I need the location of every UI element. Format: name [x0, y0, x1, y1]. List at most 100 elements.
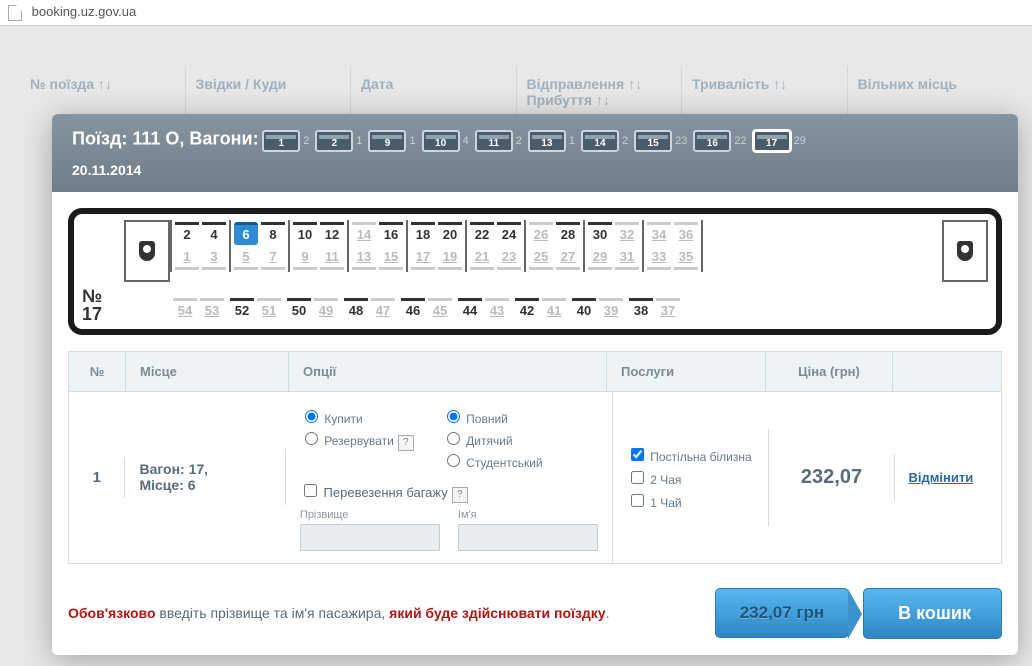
full-fare-radio[interactable]: Повний	[442, 407, 543, 426]
student-fare-radio[interactable]: Студентський	[442, 451, 543, 470]
wagon-11[interactable]: 112	[475, 130, 522, 152]
seat-22[interactable]: 22	[470, 222, 494, 245]
seat-50[interactable]: 50	[287, 298, 311, 321]
toilet-icon	[124, 220, 170, 282]
baggage-checkbox[interactable]: Перевезення багажу?	[300, 485, 468, 500]
seat-48[interactable]: 48	[344, 298, 368, 321]
seat-7: 7	[261, 247, 285, 270]
seat-16[interactable]: 16	[379, 222, 403, 245]
seat-31: 31	[615, 247, 639, 270]
required-warning: Обов'язково введіть прізвище та ім'я пас…	[68, 605, 701, 621]
wagon-16[interactable]: 1622	[693, 130, 746, 152]
booking-row: 1 Вагон: 17,Місце: 6 Купити Резервувати?…	[69, 391, 1001, 563]
seat-3: 3	[202, 247, 226, 270]
help-icon[interactable]: ?	[452, 487, 468, 503]
seat-1: 1	[175, 247, 199, 270]
page-icon	[8, 5, 22, 21]
seat-9: 9	[293, 247, 317, 270]
tea1-checkbox[interactable]: 1 Чай	[627, 491, 755, 510]
seat-4[interactable]: 4	[202, 222, 226, 245]
seat-8[interactable]: 8	[261, 222, 285, 245]
help-icon[interactable]: ?	[398, 435, 414, 451]
wagon-17[interactable]: 1729	[753, 130, 806, 152]
seat-47: 47	[371, 298, 395, 321]
seat-46[interactable]: 46	[401, 298, 425, 321]
url-text: booking.uz.gov.ua	[32, 4, 137, 19]
seat-53: 53	[200, 298, 224, 321]
results-header-bg: № поїзда ↑↓Звідки / КудиДатаВідправлення…	[20, 26, 1012, 118]
wagon-15[interactable]: 1523	[634, 130, 687, 152]
seat-19: 19	[438, 247, 462, 270]
wagon-10[interactable]: 104	[422, 130, 469, 152]
row-price: 232,07	[769, 454, 894, 501]
cancel-link[interactable]: Відмінити	[909, 470, 974, 485]
train-title: Поїзд: 111 О, Вагони:	[72, 128, 259, 148]
row-index: 1	[69, 457, 125, 498]
seat-15: 15	[379, 247, 403, 270]
reserve-radio[interactable]: Резервувати?	[300, 429, 414, 451]
seat-10[interactable]: 10	[293, 222, 317, 245]
seat-17: 17	[411, 247, 435, 270]
seat-41: 41	[542, 298, 566, 321]
seat-map: №17 241368571012911141613151820171922242…	[68, 208, 1002, 335]
address-bar: booking.uz.gov.ua	[0, 0, 1032, 26]
bedding-checkbox[interactable]: Постільна білизна	[627, 445, 755, 464]
seat-14: 14	[352, 222, 376, 245]
seat-23: 23	[497, 247, 521, 270]
seat-45: 45	[428, 298, 452, 321]
wagon-9[interactable]: 91	[368, 130, 415, 152]
seat-26: 26	[529, 222, 553, 245]
seat-44[interactable]: 44	[458, 298, 482, 321]
seat-43: 43	[485, 298, 509, 321]
seat-33: 33	[647, 247, 671, 270]
wagon-14[interactable]: 142	[581, 130, 628, 152]
seat-13: 13	[352, 247, 376, 270]
wagon-2[interactable]: 21	[315, 130, 362, 152]
seat-selection-modal: ✕ Поїзд: 111 О, Вагони: 1221911041121311…	[52, 114, 1018, 655]
seat-42[interactable]: 42	[515, 298, 539, 321]
modal-header: Поїзд: 111 О, Вагони: 12 21 91 104 112 131 142…	[52, 114, 1018, 192]
seat-34: 34	[647, 222, 671, 245]
seat-11: 11	[320, 247, 344, 270]
modal-footer: Обов'язково введіть прізвище та ім'я пас…	[68, 588, 1002, 639]
seat-21: 21	[470, 247, 494, 270]
buy-radio[interactable]: Купити	[300, 407, 414, 426]
toilet-icon	[942, 220, 988, 282]
seat-12[interactable]: 12	[320, 222, 344, 245]
seat-27: 27	[556, 247, 580, 270]
wagon-1[interactable]: 12	[262, 130, 309, 152]
seat-2[interactable]: 2	[175, 222, 199, 245]
seat-36: 36	[674, 222, 698, 245]
seat-5: 5	[234, 247, 258, 270]
train-date: 20.11.2014	[72, 162, 958, 178]
seat-32: 32	[615, 222, 639, 245]
add-to-cart-button[interactable]: В кошик	[863, 588, 1002, 639]
seat-49: 49	[314, 298, 338, 321]
seat-35: 35	[674, 247, 698, 270]
child-fare-radio[interactable]: Дитячий	[442, 429, 543, 448]
coach-number-label: №17	[82, 287, 120, 323]
surname-input[interactable]	[300, 524, 440, 551]
seat-6[interactable]: 6	[234, 222, 258, 245]
services-cell: Постільна білизна 2 Чая 1 Чай	[613, 429, 770, 526]
seat-24[interactable]: 24	[497, 222, 521, 245]
seat-20[interactable]: 20	[438, 222, 462, 245]
seat-25: 25	[529, 247, 553, 270]
total-price: 232,07 грн	[715, 588, 849, 638]
seat-54: 54	[173, 298, 197, 321]
seat-52[interactable]: 52	[230, 298, 254, 321]
booking-table: № Місце Опції Послуги Ціна (грн) 1 Вагон…	[68, 351, 1002, 564]
options-cell: Купити Резервувати? Повний Дитячий Студе…	[286, 392, 613, 563]
seat-28[interactable]: 28	[556, 222, 580, 245]
seat-info: Вагон: 17,Місце: 6	[125, 449, 285, 505]
seat-18[interactable]: 18	[411, 222, 435, 245]
seat-37: 37	[656, 298, 680, 321]
firstname-input[interactable]	[458, 524, 598, 551]
seat-29: 29	[588, 247, 612, 270]
tea2-checkbox[interactable]: 2 Чая	[627, 468, 755, 487]
seat-38[interactable]: 38	[629, 298, 653, 321]
wagon-13[interactable]: 131	[528, 130, 575, 152]
seat-30[interactable]: 30	[588, 222, 612, 245]
seat-40[interactable]: 40	[572, 298, 596, 321]
seat-39: 39	[599, 298, 623, 321]
